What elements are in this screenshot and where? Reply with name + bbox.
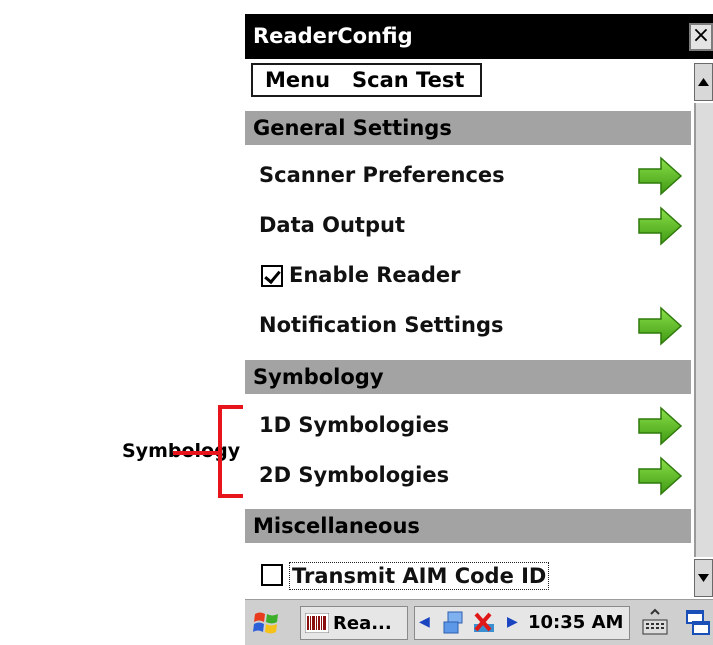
keyboard-icon[interactable] — [641, 608, 669, 638]
list-item-label: 2D Symbologies — [259, 463, 450, 487]
network-icon[interactable] — [442, 610, 466, 636]
list-item-scanner-preferences[interactable]: Scanner Preferences — [245, 153, 691, 199]
menu-item-menu[interactable]: Menu — [265, 68, 330, 92]
section-header-miscellaneous: Miscellaneous — [245, 509, 691, 543]
list-item-label: Scanner Preferences — [259, 163, 505, 187]
window-title: ReaderConfig — [253, 24, 413, 48]
system-tray: ◀ ▶ 10:35 AM — [414, 606, 630, 640]
list-item-data-output[interactable]: Data Output — [245, 203, 691, 249]
clock[interactable]: 10:35 AM — [528, 612, 623, 633]
scroll-up-button[interactable] — [694, 63, 713, 101]
menu-item-scan-test[interactable]: Scan Test — [352, 68, 464, 92]
task-button-label: Rea... — [333, 612, 392, 634]
taskbar: Rea... ◀ ▶ 10:35 AM — [245, 599, 713, 645]
windows-icon[interactable] — [685, 608, 711, 638]
tray-left-arrow-icon[interactable]: ◀ — [419, 614, 430, 630]
chevron-down-icon — [698, 574, 709, 582]
arrow-right-icon[interactable] — [637, 205, 683, 247]
arrow-right-icon[interactable] — [637, 455, 683, 497]
arrow-right-icon[interactable] — [637, 155, 683, 197]
section-header-symbology: Symbology — [245, 360, 691, 394]
scroll-track[interactable] — [694, 103, 713, 557]
device-screen: ReaderConfig × Menu Scan Test General Se… — [245, 14, 713, 645]
title-bar: ReaderConfig × — [245, 14, 713, 59]
arrow-right-icon[interactable] — [637, 305, 683, 347]
annotation-line-horizontal — [173, 451, 221, 455]
enable-reader-checkbox[interactable] — [261, 265, 283, 287]
transmit-aim-label: Transmit AIM Code ID — [289, 562, 550, 590]
chevron-up-icon — [698, 78, 709, 86]
transmit-aim-checkbox[interactable] — [261, 564, 283, 586]
list-item-notification-settings[interactable]: Notification Settings — [245, 303, 691, 349]
vertical-scrollbar[interactable] — [691, 59, 713, 599]
section-header-general-settings: General Settings — [245, 111, 691, 145]
menu-bar: Menu Scan Test — [251, 63, 483, 97]
scroll-down-button[interactable] — [694, 559, 713, 597]
annotation-bracket-vertical — [218, 405, 222, 498]
annotation-bracket-bottom — [218, 494, 243, 498]
list-item-label: Notification Settings — [259, 313, 504, 337]
annotation-bracket-top — [218, 405, 243, 409]
list-item-enable-reader[interactable]: Enable Reader — [245, 253, 691, 299]
list-item-label: Data Output — [259, 213, 405, 237]
barcode-app-icon — [305, 613, 329, 633]
list-item-2d-symbologies[interactable]: 2D Symbologies — [245, 453, 691, 499]
close-button[interactable]: × — [689, 23, 713, 51]
tray-right-arrow-icon[interactable]: ▶ — [507, 614, 518, 630]
list-item-label: 1D Symbologies — [259, 413, 450, 437]
list-item-1d-symbologies[interactable]: 1D Symbologies — [245, 403, 691, 449]
start-icon[interactable] — [252, 608, 282, 638]
arrow-right-icon[interactable] — [637, 405, 683, 447]
list-item-transmit-aim-code-id[interactable]: Transmit AIM Code ID — [245, 552, 691, 598]
disconnected-icon[interactable] — [470, 610, 500, 636]
enable-reader-label: Enable Reader — [289, 263, 461, 287]
task-button-readerconfig[interactable]: Rea... — [300, 606, 408, 640]
